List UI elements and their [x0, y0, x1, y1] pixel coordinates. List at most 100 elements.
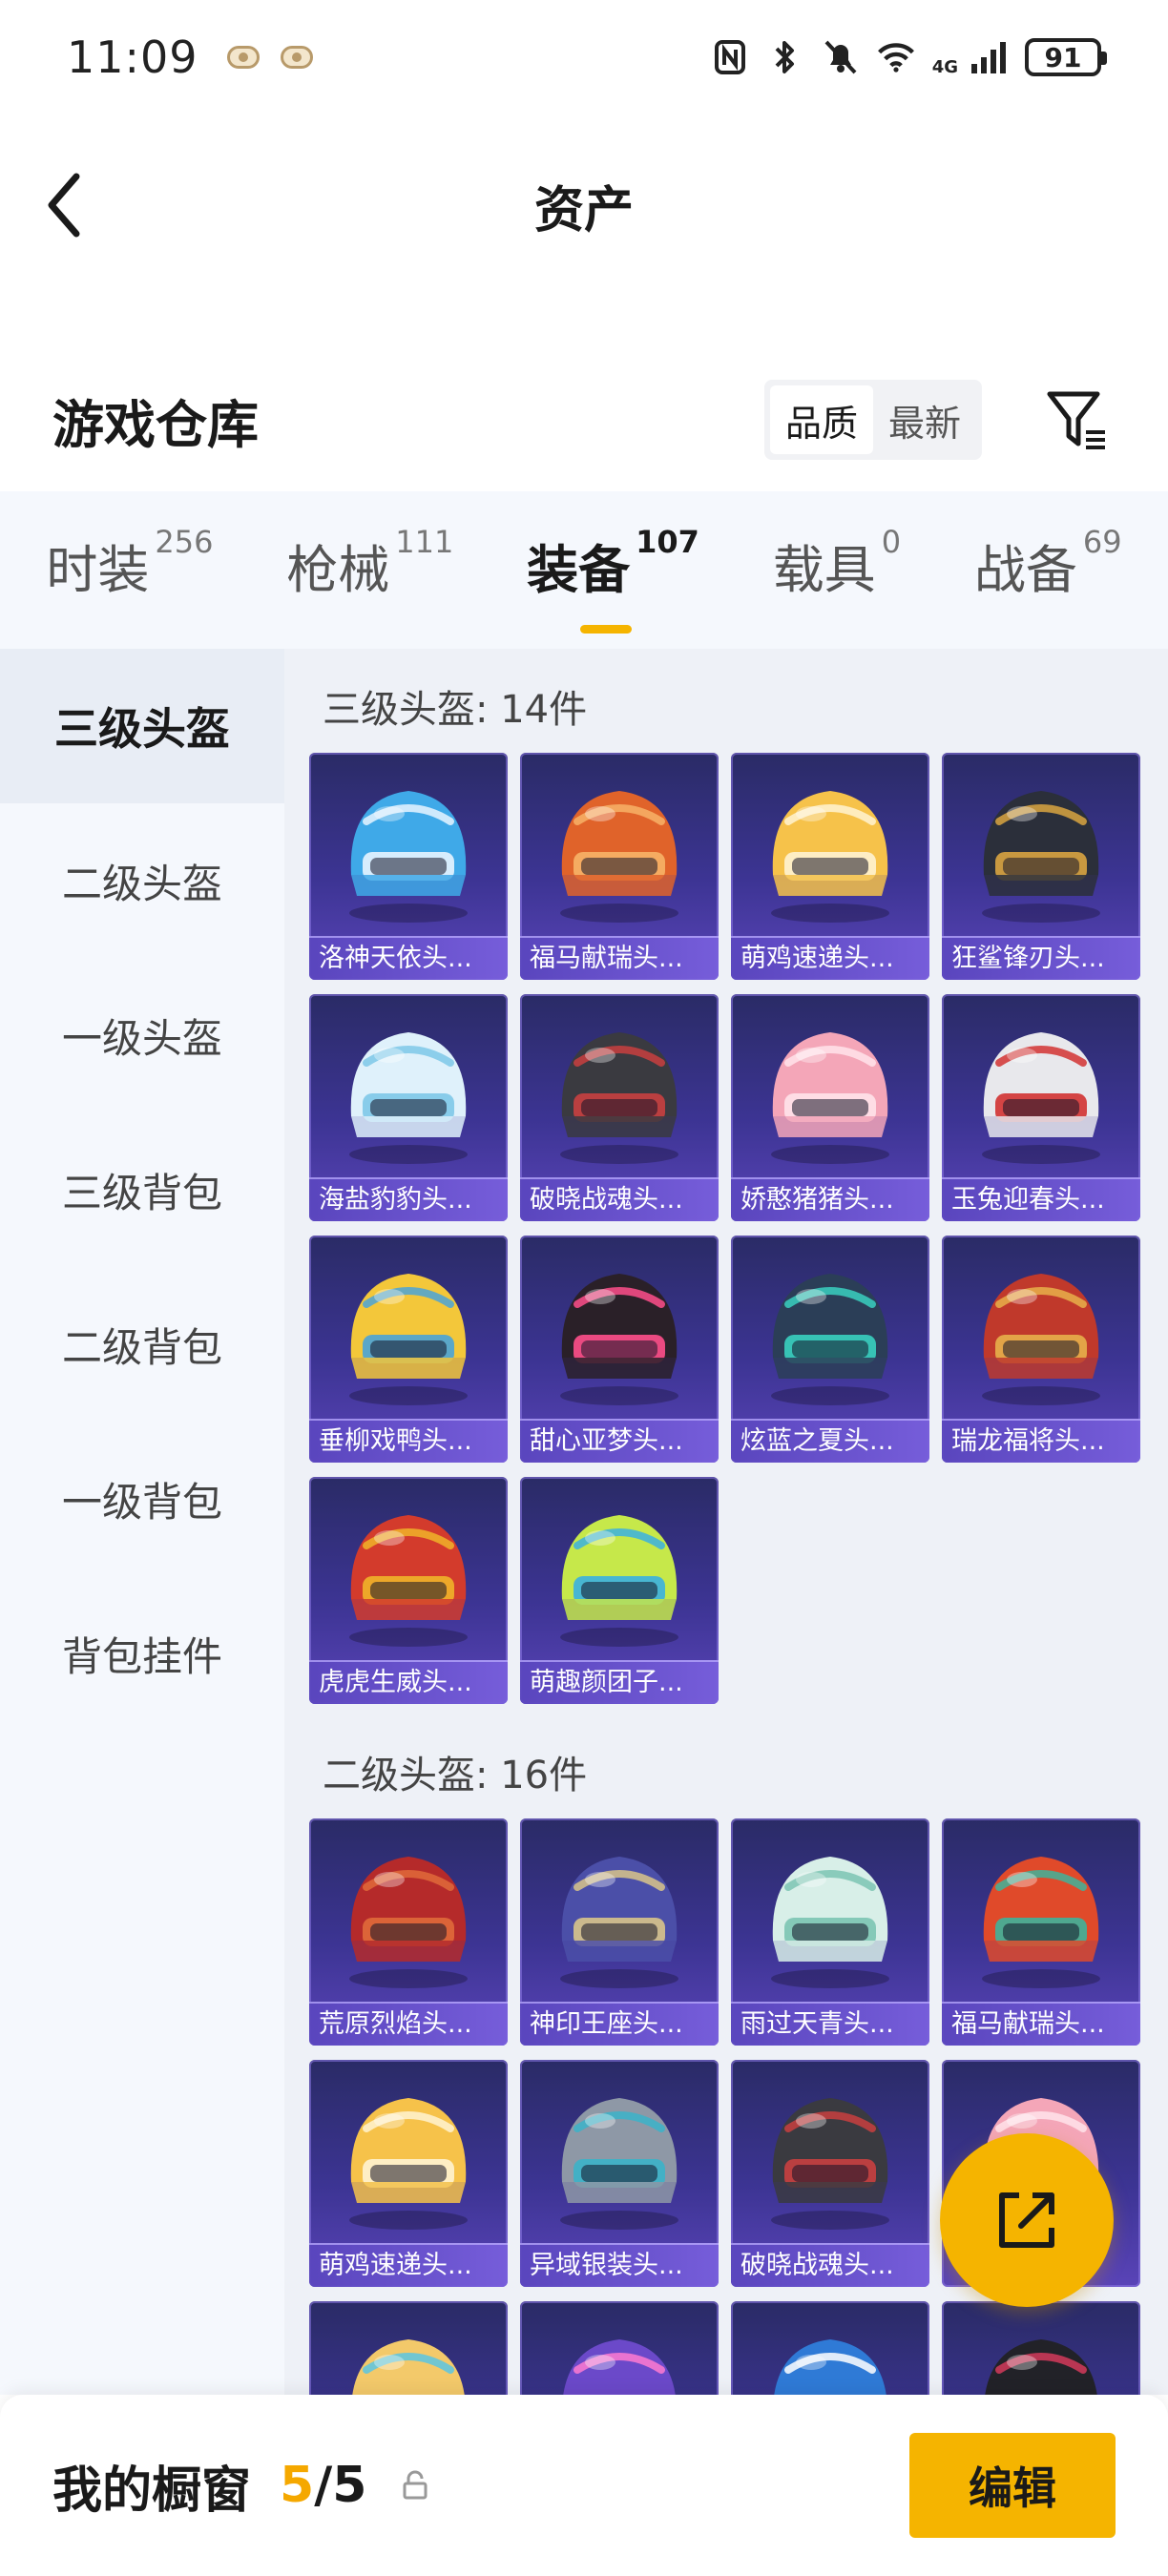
- tab-count: 0: [881, 524, 902, 560]
- tab-equipment[interactable]: 装备 107: [527, 524, 699, 634]
- item-card[interactable]: 福马献瑞头...: [942, 1818, 1140, 2046]
- item-name: 甜心亚梦头...: [520, 1419, 719, 1463]
- item-card[interactable]: 炫蓝之夏头...: [731, 1236, 929, 1463]
- item-name: 萌鸡速递头...: [309, 2243, 508, 2287]
- helmet-icon: [560, 1857, 678, 1988]
- item-card[interactable]: 瑞龙福将头...: [942, 1236, 1140, 1463]
- tab-label: 时装: [46, 540, 150, 600]
- status-time: 11:09: [67, 31, 198, 83]
- item-name: 虎虎生威头...: [309, 1660, 508, 1704]
- share-button[interactable]: [940, 2133, 1114, 2307]
- tab-gear[interactable]: 战备 69: [974, 524, 1122, 613]
- item-name: 破晓战魂头...: [731, 2243, 929, 2287]
- sidebar-item-level3-backpack[interactable]: 三级背包: [0, 1112, 284, 1267]
- status-indicators: 4G 91: [711, 38, 1107, 77]
- item-card[interactable]: 甜心亚梦头...: [520, 1236, 719, 1463]
- subcategory-sidebar: 三级头盔 二级头盔 一级头盔 三级背包 二级背包 一级背包 背包挂件: [0, 649, 284, 2395]
- item-card[interactable]: 海盐豹豹头...: [309, 994, 508, 1221]
- item-card[interactable]: 娇憨猪猪头...: [731, 994, 929, 1221]
- back-button[interactable]: [38, 167, 115, 243]
- edit-button[interactable]: 编辑: [909, 2433, 1116, 2538]
- item-name: 狂鲨锋刃头...: [942, 936, 1140, 980]
- tab-label: 枪械: [286, 540, 390, 600]
- item-card[interactable]: 破晓战魂头...: [731, 2060, 929, 2287]
- showcase-used: 5: [280, 2457, 315, 2514]
- sidebar-item-level1-backpack[interactable]: 一级背包: [0, 1422, 284, 1576]
- item-card[interactable]: 洛神天依头...: [309, 753, 508, 980]
- item-name: 炫蓝之夏头...: [731, 1419, 929, 1463]
- item-card[interactable]: 萌趣颜团子...: [520, 1477, 719, 1704]
- item-card[interactable]: [309, 2301, 508, 2395]
- tab-count: 69: [1082, 524, 1122, 560]
- helmet-icon: [985, 2339, 1097, 2395]
- item-card[interactable]: 神印王座头...: [520, 1818, 719, 2046]
- showcase-count: 5/5: [280, 2457, 366, 2514]
- item-card[interactable]: [520, 2301, 719, 2395]
- item-name: 破晓战魂头...: [520, 1177, 719, 1221]
- helmet-icon: [349, 2098, 468, 2230]
- showcase-bar: 我的橱窗 5/5 编辑: [0, 2395, 1168, 2576]
- share-icon: [999, 2192, 1054, 2248]
- sort-toggle: 品质 最新: [763, 380, 982, 460]
- tab-fashion[interactable]: 时装 256: [46, 524, 213, 613]
- tab-count: 111: [395, 524, 454, 560]
- tab-label: 装备: [527, 540, 631, 600]
- sidebar-item-level2-backpack[interactable]: 二级背包: [0, 1267, 284, 1422]
- item-card[interactable]: 狂鲨锋刃头...: [942, 753, 1140, 980]
- signal-icon: [970, 38, 1008, 76]
- item-name: 洛神天依头...: [309, 936, 508, 980]
- helmet-icon: [352, 2339, 465, 2395]
- helmet-icon: [560, 1515, 678, 1647]
- item-card[interactable]: 破晓战魂头...: [520, 994, 719, 1221]
- item-card[interactable]: 玉兔迎春头...: [942, 994, 1140, 1221]
- section-title: 游戏仓库: [52, 394, 259, 455]
- item-card[interactable]: 萌鸡速递头...: [731, 753, 929, 980]
- sidebar-item-backpack-charm[interactable]: 背包挂件: [0, 1576, 284, 1731]
- item-card[interactable]: 福马献瑞头...: [520, 753, 719, 980]
- filter-button[interactable]: [1039, 382, 1116, 458]
- tab-weapons[interactable]: 枪械 111: [286, 524, 453, 613]
- sort-latest-button[interactable]: 最新: [873, 385, 976, 454]
- item-name: 荒原烈焰头...: [309, 2002, 508, 2046]
- category-tabs: 时装 256 枪械 111 装备 107 载具 0 战备 69: [0, 491, 1168, 649]
- helmet-icon: [563, 2339, 676, 2395]
- helmet-icon: [771, 2098, 889, 2230]
- item-name: 萌趣颜团子...: [520, 1660, 719, 1704]
- item-card[interactable]: 萌鸡速递头...: [309, 2060, 508, 2287]
- item-name: 玉兔迎春头...: [942, 1177, 1140, 1221]
- helmet-icon: [349, 791, 468, 923]
- helmet-icon: [560, 1274, 678, 1405]
- tab-vehicles[interactable]: 载具 0: [773, 524, 901, 613]
- item-card[interactable]: [942, 2301, 1140, 2395]
- app-notification-icon: [226, 46, 260, 69]
- app-notification-icon: [280, 46, 313, 69]
- item-card[interactable]: 虎虎生威头...: [309, 1477, 508, 1704]
- item-name: 海盐豹豹头...: [309, 1177, 508, 1221]
- page-title: 资产: [533, 181, 634, 239]
- sidebar-item-level3-helmet[interactable]: 三级头盔: [0, 649, 284, 803]
- notification-icons: [226, 46, 313, 69]
- page-header: 资产: [0, 143, 1168, 267]
- bluetooth-icon: [766, 38, 804, 76]
- helmet-icon: [771, 1857, 889, 1988]
- item-name: 娇憨猪猪头...: [731, 1177, 929, 1221]
- nfc-icon: [711, 38, 749, 76]
- helmet-icon: [560, 791, 678, 923]
- helmet-icon: [349, 1032, 468, 1164]
- item-name: 雨过天青头...: [731, 2002, 929, 2046]
- item-card[interactable]: [731, 2301, 929, 2395]
- wifi-icon: [877, 38, 915, 76]
- item-card[interactable]: 异域银装头...: [520, 2060, 719, 2287]
- item-card[interactable]: 垂柳戏鸭头...: [309, 1236, 508, 1463]
- helmet-icon: [771, 1274, 889, 1405]
- item-name: 瑞龙福将头...: [942, 1419, 1140, 1463]
- helmet-icon: [771, 1032, 889, 1164]
- showcase-label: 我的橱窗: [52, 2462, 252, 2520]
- item-card[interactable]: 荒原烈焰头...: [309, 1818, 508, 2046]
- sort-quality-button[interactable]: 品质: [769, 385, 873, 454]
- item-name: 垂柳戏鸭头...: [309, 1419, 508, 1463]
- mute-bell-icon: [822, 38, 860, 76]
- sidebar-item-level2-helmet[interactable]: 二级头盔: [0, 803, 284, 958]
- item-card[interactable]: 雨过天青头...: [731, 1818, 929, 2046]
- sidebar-item-level1-helmet[interactable]: 一级头盔: [0, 958, 284, 1112]
